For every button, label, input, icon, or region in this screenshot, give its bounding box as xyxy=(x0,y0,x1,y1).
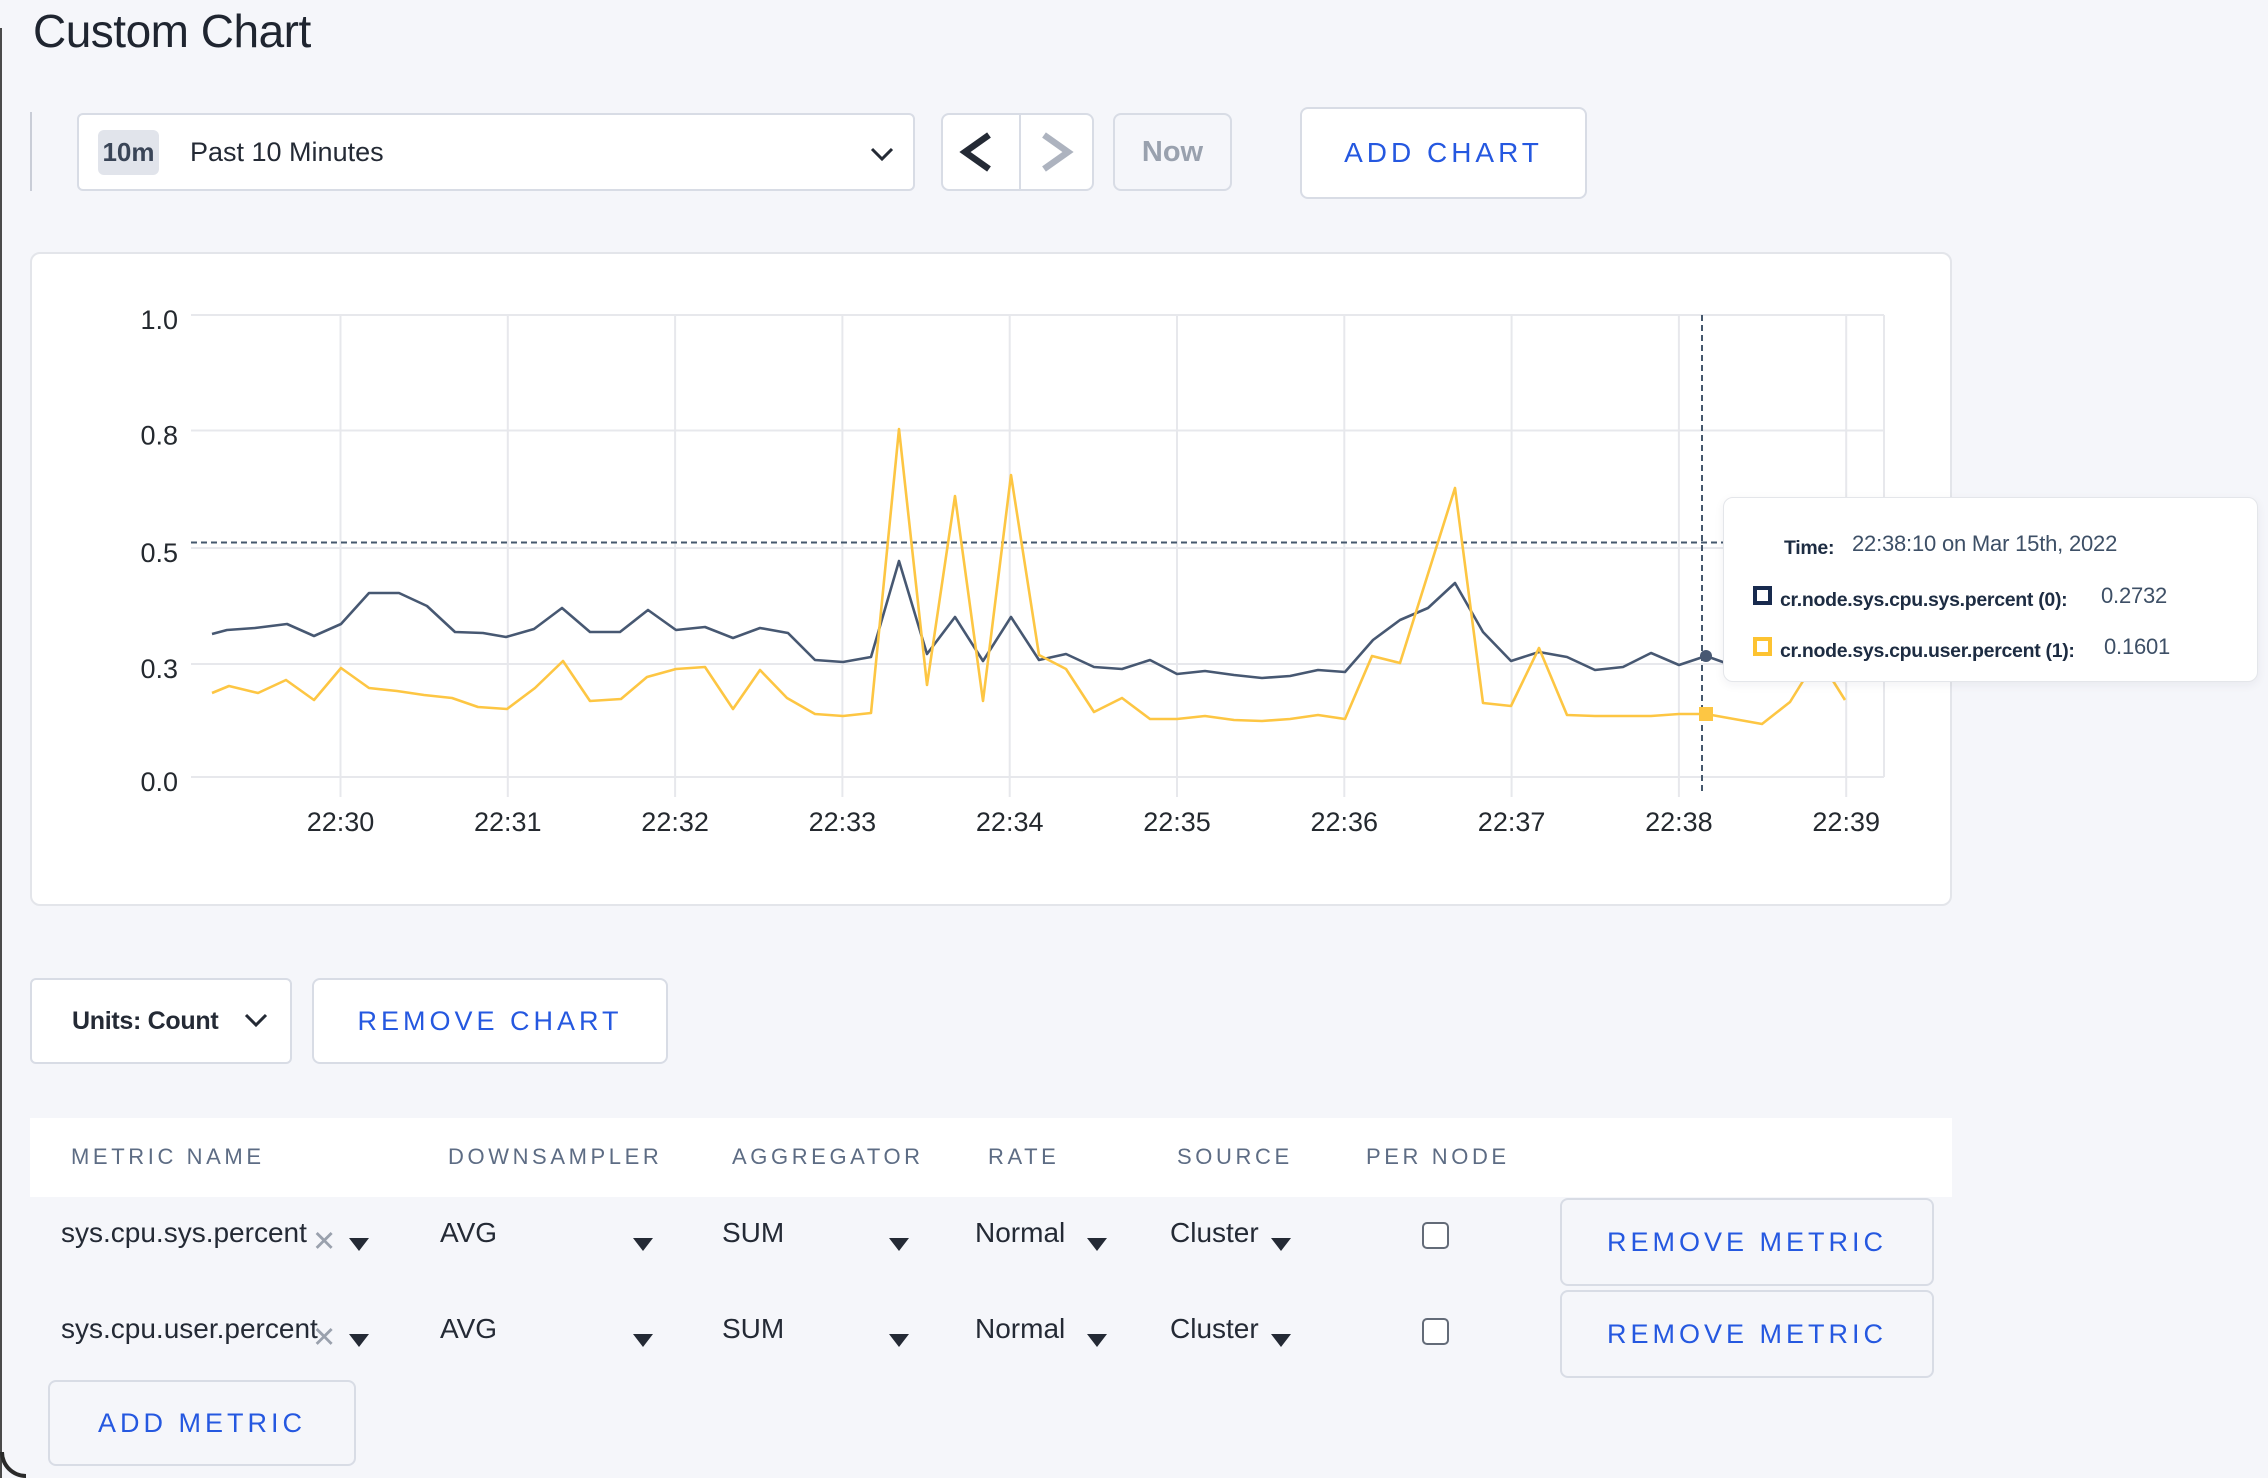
svg-text:0.5: 0.5 xyxy=(140,538,178,568)
svg-text:22:31: 22:31 xyxy=(474,807,542,837)
svg-text:0.3: 0.3 xyxy=(140,654,178,684)
svg-text:22:32: 22:32 xyxy=(641,807,709,837)
svg-text:0.8: 0.8 xyxy=(140,421,178,451)
svg-text:22:35: 22:35 xyxy=(1143,807,1211,837)
svg-text:22:39: 22:39 xyxy=(1812,807,1880,837)
svg-text:22:38: 22:38 xyxy=(1645,807,1713,837)
svg-text:22:33: 22:33 xyxy=(809,807,877,837)
svg-text:22:37: 22:37 xyxy=(1478,807,1546,837)
svg-text:22:36: 22:36 xyxy=(1311,807,1379,837)
svg-text:22:30: 22:30 xyxy=(307,807,375,837)
svg-text:0.0: 0.0 xyxy=(140,767,178,797)
svg-text:1.0: 1.0 xyxy=(140,305,178,335)
svg-text:22:34: 22:34 xyxy=(976,807,1044,837)
